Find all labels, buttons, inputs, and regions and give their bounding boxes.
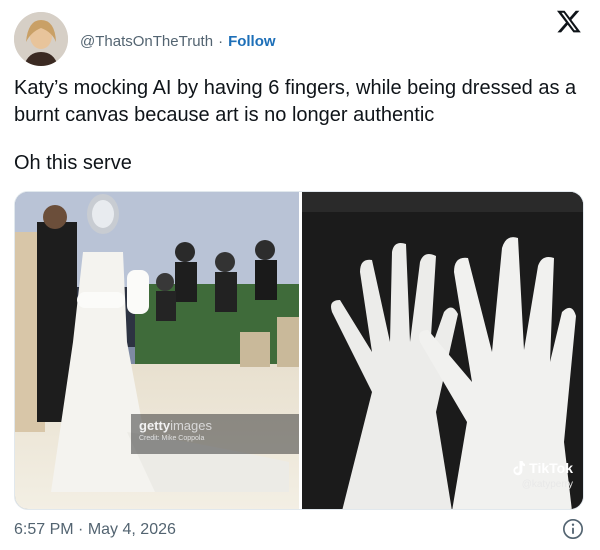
avatar-portrait (14, 12, 68, 66)
tiktok-logo-icon (513, 460, 526, 475)
timestamp-separator: · (78, 521, 84, 538)
tiktok-username: @katyperry (521, 479, 573, 490)
getty-brand: getty (139, 418, 171, 433)
info-icon[interactable] (562, 518, 584, 540)
getty-watermark: gettyimages Credit: Mike Coppola (131, 414, 299, 454)
tweet-text-secondary: Oh this serve (14, 152, 132, 174)
follow-button[interactable]: Follow (228, 33, 276, 50)
tiktok-brand: TikTok (529, 460, 573, 476)
media-photo-right[interactable]: TikTok @katyperry (302, 192, 583, 509)
media-grid: gettyimages Credit: Mike Coppola TikTok … (14, 191, 584, 510)
x-logo-icon[interactable] (556, 8, 582, 34)
post-time: 6:57 PM (14, 521, 74, 538)
red-carpet-photo (15, 192, 299, 509)
separator-dot: · (218, 33, 224, 50)
tiktok-watermark: TikTok @katyperry (512, 460, 573, 490)
post-date: May 4, 2026 (87, 521, 176, 538)
photo-credit: Credit: Mike Coppola (139, 435, 205, 442)
author-row: @ThatsOnTheTruth · Follow (80, 33, 276, 50)
media-photo-left[interactable]: gettyimages Credit: Mike Coppola (15, 192, 299, 509)
tweet-text: Katy’s mocking AI by having 6 fingers, w… (14, 77, 577, 126)
post-timestamp[interactable]: 6:57 PM · May 4, 2026 (14, 521, 176, 539)
getty-brand-light: images (170, 418, 212, 433)
avatar[interactable] (14, 12, 68, 66)
author-handle[interactable]: @ThatsOnTheTruth (80, 33, 213, 50)
